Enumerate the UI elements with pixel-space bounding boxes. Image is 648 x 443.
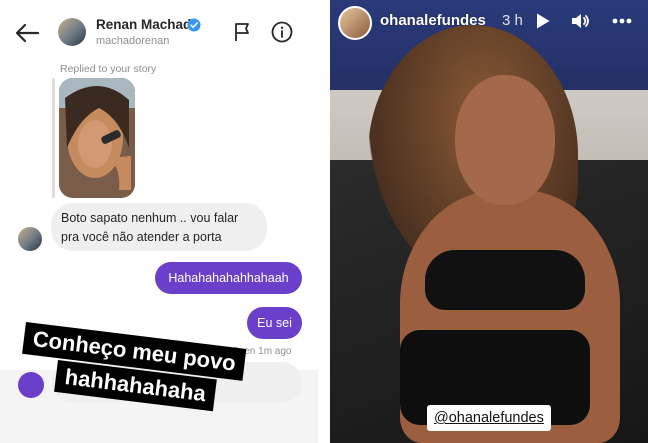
flag-icon[interactable] bbox=[231, 21, 253, 43]
story-panel[interactable]: ohanalefundes 3 h @ohanalefundes bbox=[330, 0, 648, 443]
partial-avatar bbox=[18, 372, 44, 398]
incoming-message[interactable]: Boto sapato nenhum .. vou falar pra você… bbox=[51, 203, 267, 251]
outgoing-message[interactable]: Hahahahahahhahaah bbox=[155, 262, 302, 294]
sender-avatar[interactable] bbox=[18, 227, 42, 251]
story-person-top bbox=[425, 250, 585, 310]
dm-header: Renan Machado machadorenan bbox=[0, 0, 318, 62]
story-time: 3 h bbox=[502, 12, 523, 29]
story-thumbnail-photo bbox=[59, 78, 135, 198]
outgoing-message[interactable]: Eu sei bbox=[247, 307, 302, 339]
story-username[interactable]: ohanalefundes bbox=[380, 12, 486, 29]
story-person-face bbox=[455, 75, 555, 205]
dm-panel: Renan Machado machadorenan Replied to yo… bbox=[0, 0, 318, 443]
reply-bar bbox=[52, 78, 55, 198]
verified-badge-icon bbox=[187, 18, 201, 32]
info-icon[interactable] bbox=[271, 21, 293, 43]
story-thumbnail[interactable] bbox=[59, 78, 135, 198]
story-avatar[interactable] bbox=[338, 6, 372, 40]
back-arrow-icon[interactable] bbox=[14, 20, 40, 46]
replied-to-story-label: Replied to your story bbox=[60, 63, 157, 75]
mention-sticker[interactable]: @ohanalefundes bbox=[427, 405, 551, 431]
play-icon[interactable] bbox=[535, 12, 551, 30]
avatar[interactable] bbox=[58, 18, 86, 46]
more-options-icon[interactable] bbox=[612, 18, 632, 24]
contact-username: machadorenan bbox=[96, 35, 170, 47]
divider bbox=[318, 0, 330, 443]
contact-name[interactable]: Renan Machado bbox=[96, 17, 200, 32]
volume-icon[interactable] bbox=[570, 11, 590, 31]
